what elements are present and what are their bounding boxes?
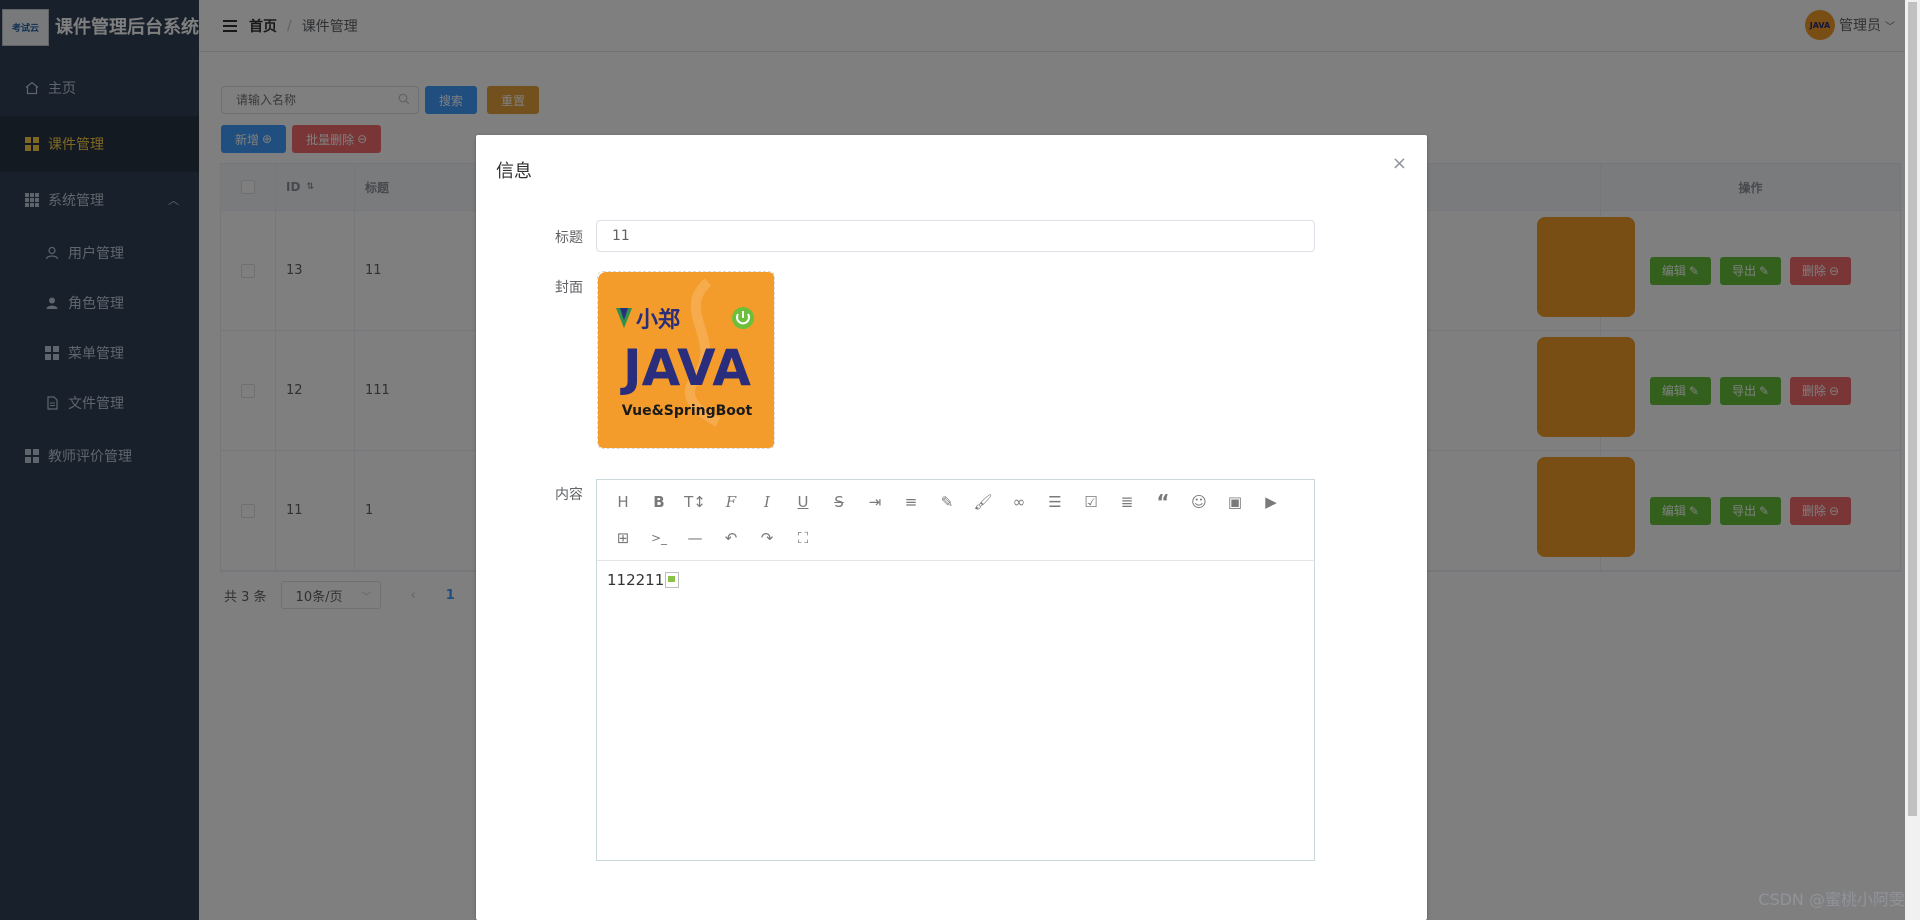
editor-content[interactable]: 112211	[597, 561, 1314, 599]
cover-top-text: 小郑	[636, 308, 680, 333]
font-family-icon[interactable]: F	[715, 488, 747, 515]
editor-toolbar: H B T↕ F I U S ⇥ ≡ ✎ 🖌 ∞ ☰ ☑ ≣ “ ☺ ▣ ▶ ⊞…	[597, 480, 1314, 561]
link-icon[interactable]: ∞	[1003, 488, 1035, 515]
undo-icon[interactable]: ↶	[715, 524, 747, 551]
info-dialog: 信息 × 标题 封面 小郑 JAVA Vue&SpringBoot 内容 H B…	[476, 135, 1427, 920]
watermark: CSDN @蜜桃小阿雯	[1758, 890, 1905, 909]
italic-icon[interactable]: I	[751, 488, 783, 515]
title-input[interactable]	[596, 220, 1315, 252]
background-color-icon[interactable]: 🖌	[967, 488, 999, 515]
todo-icon[interactable]: ☑	[1075, 488, 1107, 515]
dialog-title: 信息	[496, 161, 532, 182]
cover-uploader[interactable]: 小郑 JAVA Vue&SpringBoot	[597, 271, 775, 449]
emoticon-icon[interactable]: ☺	[1183, 488, 1215, 515]
rich-text-editor: H B T↕ F I U S ⇥ ≡ ✎ 🖌 ∞ ☰ ☑ ≣ “ ☺ ▣ ▶ ⊞…	[596, 479, 1315, 861]
indent-icon[interactable]: ⇥	[859, 488, 891, 515]
video-icon[interactable]: ▶	[1255, 488, 1287, 515]
foreground-color-icon[interactable]: ✎	[931, 488, 963, 515]
cover-main-text: JAVA	[620, 339, 751, 397]
cover-image: 小郑 JAVA Vue&SpringBoot	[598, 272, 774, 448]
code-icon[interactable]: >_	[643, 524, 675, 551]
cover-label: 封面	[555, 280, 583, 296]
table-icon[interactable]: ⊞	[607, 524, 639, 551]
underline-icon[interactable]: U	[787, 488, 819, 515]
image-icon[interactable]: ▣	[1219, 488, 1251, 515]
divider-icon[interactable]: —	[679, 524, 711, 551]
bold-icon[interactable]: B	[643, 488, 675, 515]
content-label: 内容	[555, 487, 583, 503]
page-scrollbar[interactable]: ▲	[1905, 0, 1920, 920]
close-icon[interactable]: ×	[1392, 153, 1407, 174]
heading-icon[interactable]: H	[607, 488, 639, 515]
cover-sub-text: Vue&SpringBoot	[622, 403, 753, 419]
quote-icon[interactable]: “	[1147, 488, 1179, 515]
font-size-icon[interactable]: T↕	[679, 488, 711, 515]
bullet-list-icon[interactable]: ☰	[1039, 488, 1071, 515]
editor-text: 112211	[607, 571, 665, 589]
fullscreen-icon[interactable]: ⛶	[787, 524, 819, 551]
redo-icon[interactable]: ↷	[751, 524, 783, 551]
justify-icon[interactable]: ≣	[1111, 488, 1143, 515]
title-label: 标题	[555, 230, 583, 246]
broken-image-icon[interactable]	[665, 572, 680, 588]
align-icon[interactable]: ≡	[895, 488, 927, 515]
scrollbar-thumb[interactable]	[1908, 2, 1917, 816]
strikethrough-icon[interactable]: S	[823, 488, 855, 515]
